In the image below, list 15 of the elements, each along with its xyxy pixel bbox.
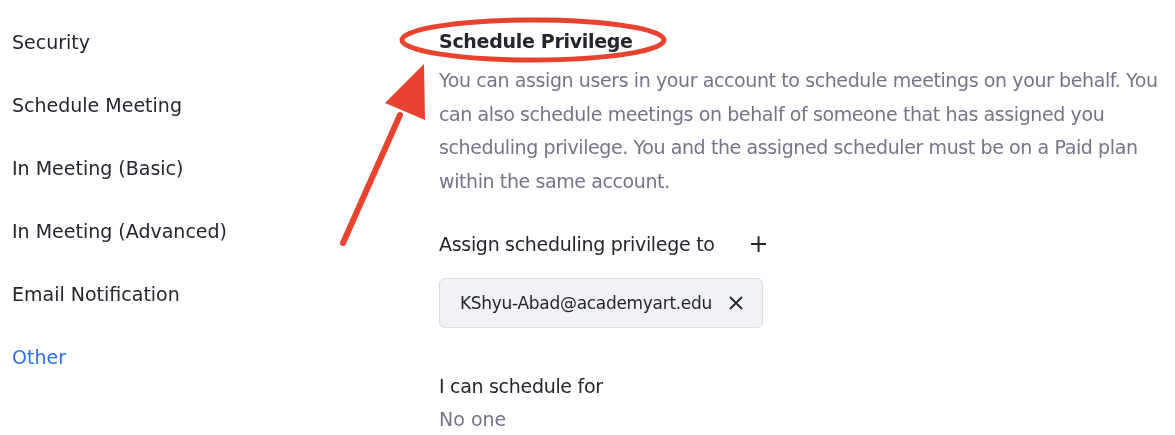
schedule-for-label: I can schedule for <box>439 374 604 399</box>
sidebar-item[interactable]: Schedule Meeting <box>12 91 427 119</box>
sidebar-item[interactable]: Other <box>12 343 427 371</box>
add-button[interactable]: + <box>748 230 769 258</box>
schedule-for-value: No one <box>439 407 508 432</box>
close-icon <box>728 295 744 311</box>
assign-label: Assign scheduling privilege to <box>439 232 715 257</box>
sidebar-item[interactable]: In Meeting (Basic) <box>12 154 427 182</box>
assignee-email: KShyu-Abad@academyart.edu <box>460 293 712 313</box>
section-title: Schedule Privilege <box>439 29 634 54</box>
remove-button[interactable] <box>728 295 744 311</box>
sidebar-item[interactable]: Security <box>12 28 427 56</box>
sidebar-item[interactable]: Email Notification <box>12 280 427 308</box>
sidebar-item[interactable]: In Meeting (Advanced) <box>12 217 427 245</box>
section-description: You can assign users in your account to schedule meetings on your behalf. You can also schedule meetings on behalf of someone that has assigned you scheduling privilege. You and the assigned scheduler must be on a Paid plan within the same account. <box>439 68 1159 194</box>
